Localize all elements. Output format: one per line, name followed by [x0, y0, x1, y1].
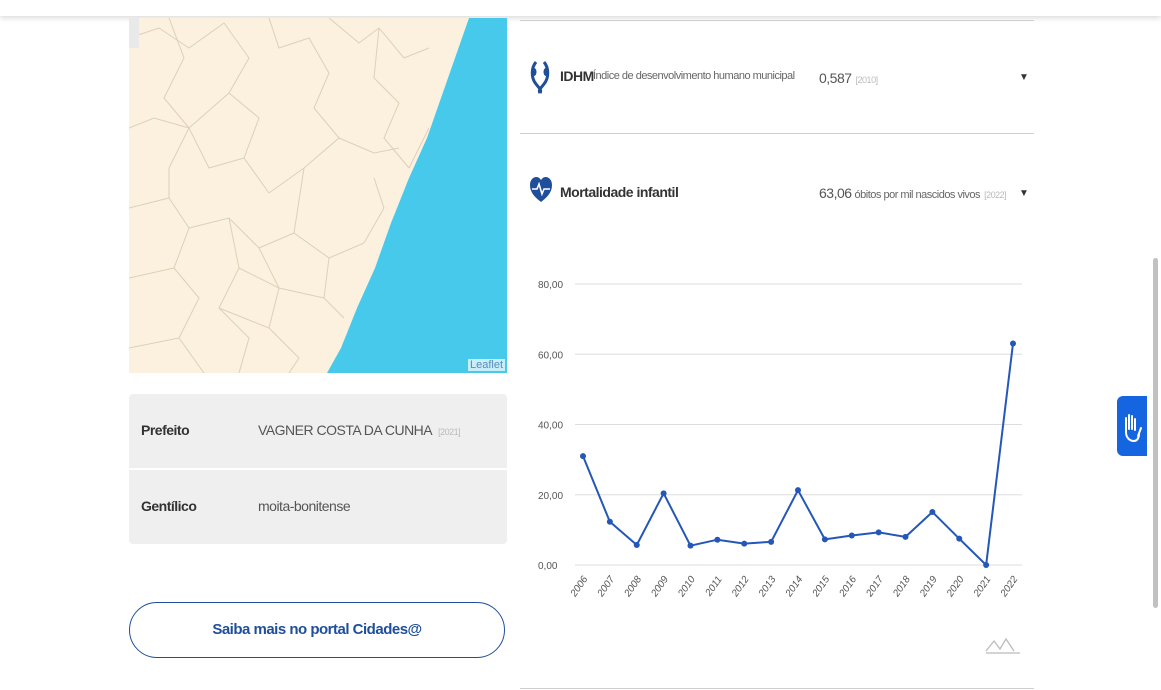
info-label: Prefeito [141, 422, 190, 438]
x-tick-label: 2010 [676, 574, 699, 600]
data-point[interactable] [741, 540, 748, 547]
info-value-text: VAGNER COSTA DA CUNHA [258, 422, 433, 438]
mortalidade-value-text: 63,06 [819, 185, 852, 201]
municipality-map[interactable]: Leaflet [129, 18, 507, 373]
info-row-gentilico: Gentílico moita-bonitense [129, 470, 507, 544]
x-tick-label: 2013 [756, 574, 779, 600]
data-point[interactable] [714, 536, 721, 543]
data-point[interactable] [660, 490, 667, 497]
info-value: VAGNER COSTA DA CUNHA [2021] [258, 422, 461, 438]
accessibility-widget-button[interactable] [1117, 396, 1147, 456]
info-label: Gentílico [141, 498, 197, 514]
y-tick-label: 80,00 [538, 280, 563, 291]
idhm-value: 0,587 [2010] [819, 70, 878, 86]
y-tick-label: 0,00 [538, 561, 558, 572]
page-scrollbar[interactable] [1153, 258, 1158, 608]
x-tick-label: 2022 [998, 574, 1021, 600]
x-tick-label: 2019 [917, 574, 940, 600]
series-line [582, 343, 1014, 566]
municipality-info-box: Prefeito VAGNER COSTA DA CUNHA [2021] Gen… [129, 394, 507, 544]
heart-pulse-icon [530, 177, 552, 202]
data-point[interactable] [983, 562, 990, 568]
data-point[interactable] [687, 542, 694, 549]
info-year: [2021] [438, 427, 461, 437]
idhm-value-text: 0,587 [819, 70, 852, 86]
line-chart-icon [985, 637, 1020, 654]
data-point[interactable] [768, 538, 775, 545]
chart-grid [575, 283, 1022, 566]
x-tick-label: 2021 [971, 574, 993, 599]
x-tick-label: 2020 [944, 574, 967, 600]
x-tick-label: 2015 [810, 574, 833, 600]
idhm-year: [2010] [855, 75, 879, 85]
data-point[interactable] [795, 487, 801, 494]
data-point[interactable] [875, 529, 882, 536]
info-row-prefeito: Prefeito VAGNER COSTA DA CUNHA [2021] [129, 394, 507, 470]
idhm-expand-caret[interactable]: ▼ [1019, 72, 1029, 83]
divider [520, 20, 1034, 21]
data-point[interactable] [633, 541, 640, 548]
laurel-icon [530, 61, 550, 94]
chart-x-axis: 2006 2007 2008 2009 2010 2011 2012 2013 2014 2015… [568, 574, 1021, 600]
x-tick-label: 2012 [729, 574, 752, 600]
x-tick-label: 2011 [703, 574, 725, 599]
x-tick-label: 2008 [622, 574, 645, 600]
y-tick-label: 60,00 [538, 350, 563, 361]
data-point[interactable] [606, 518, 613, 525]
y-tick-label: 40,00 [538, 421, 563, 432]
hand-sign-icon [1125, 414, 1142, 443]
map-canvas[interactable] [129, 18, 507, 373]
data-point[interactable] [580, 453, 586, 460]
y-tick-label: 20,00 [538, 491, 563, 502]
x-tick-label: 2017 [864, 574, 887, 600]
x-tick-label: 2009 [649, 574, 672, 600]
data-point[interactable] [848, 532, 855, 539]
chart-y-axis: 0,00 20,00 40,00 60,00 80,00 [538, 280, 563, 572]
chart-points [580, 340, 1016, 568]
top-bar [0, 0, 1161, 16]
info-value: moita-bonitense [258, 498, 351, 514]
data-point[interactable] [956, 535, 963, 542]
divider [520, 133, 1034, 134]
data-point[interactable] [929, 508, 936, 515]
mortalidade-unit: óbitos por mil nascidos vivos [854, 189, 981, 201]
mortalidade-title: Mortalidade infantil [560, 184, 679, 200]
portal-cidades-button[interactable]: Saiba mais no portal Cidades@ [129, 602, 505, 658]
x-tick-label: 2014 [783, 574, 806, 600]
leaflet-attribution-link[interactable]: Leaflet [467, 359, 505, 371]
data-point[interactable] [902, 533, 909, 540]
mortalidade-value: 63,06 óbitos por mil nascidos vivos [2022] [819, 185, 1007, 201]
idhm-title: IDHM [560, 68, 594, 84]
x-tick-label: 2007 [595, 574, 618, 600]
mortalidade-line-chart: 0,00 20,00 40,00 60,00 80,00 2006 2007 2008 200… [538, 280, 1022, 654]
x-tick-label: 2018 [891, 574, 914, 600]
data-point[interactable] [821, 536, 828, 543]
data-point[interactable] [1010, 340, 1016, 347]
x-tick-label: 2016 [837, 574, 860, 600]
idhm-subtitle: Índice de desenvolvimento humano municip… [593, 70, 795, 82]
mortalidade-collapse-caret[interactable]: ▼ [1019, 188, 1029, 199]
x-tick-label: 2006 [568, 574, 591, 600]
divider [520, 688, 1034, 689]
mortalidade-year: [2022] [984, 190, 1007, 200]
info-value-text: moita-bonitense [258, 498, 351, 514]
